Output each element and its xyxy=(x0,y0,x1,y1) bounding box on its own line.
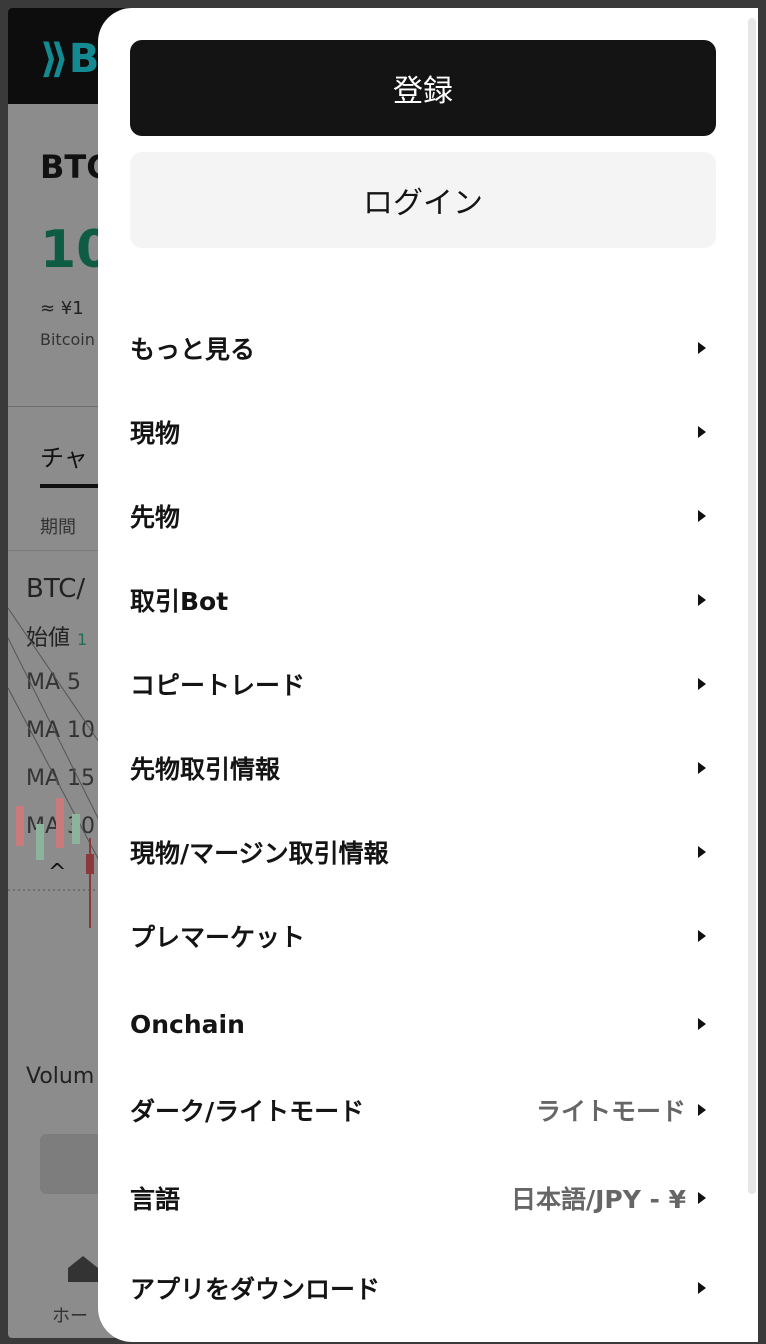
login-button[interactable]: ログイン xyxy=(130,152,716,248)
tab-chart[interactable]: チャ xyxy=(40,438,88,473)
chevron-right-icon xyxy=(698,426,706,438)
menu-item-download-app[interactable]: アプリをダウンロード xyxy=(130,1258,710,1318)
menu-item-futures[interactable]: 先物 xyxy=(130,486,710,546)
menu-item-label: 先物取引情報 xyxy=(130,755,281,784)
menu-item-more[interactable]: もっと見る xyxy=(130,318,710,378)
menu-item-label: 現物 xyxy=(130,419,181,448)
chevron-right-icon xyxy=(698,1018,706,1030)
menu-item-spot[interactable]: 現物 xyxy=(130,402,710,462)
period-selector[interactable]: 期間 xyxy=(40,513,76,539)
theme-value: ライトモード xyxy=(535,1097,686,1126)
menu-item-label: ダーク/ライトモード xyxy=(130,1097,365,1126)
menu-item-theme[interactable]: ダーク/ライトモード ライトモード xyxy=(130,1080,710,1140)
chevron-right-icon xyxy=(698,846,706,858)
coin-name: Bitcoin xyxy=(40,330,95,349)
brand-logo: ⟫B xyxy=(40,36,100,82)
price-approx: ≈ ¥1 xyxy=(40,298,84,319)
menu-item-label: もっと見る xyxy=(130,335,256,364)
chevron-right-icon xyxy=(698,930,706,942)
chevron-right-icon xyxy=(698,1282,706,1294)
chevron-right-icon xyxy=(698,342,706,354)
collapse-icon[interactable]: ^ xyxy=(48,860,66,885)
logo-mark-icon: ⟫ xyxy=(40,36,69,82)
chevron-right-icon xyxy=(698,1192,706,1204)
menu-item-futures-info[interactable]: 先物取引情報 xyxy=(130,738,710,798)
menu-item-label: 言語 xyxy=(130,1185,181,1214)
menu-item-label: 先物 xyxy=(130,503,181,532)
volume-label: Volum xyxy=(26,1064,95,1089)
menu-item-label: 取引Bot xyxy=(130,587,229,616)
nav-home-label[interactable]: ホー xyxy=(52,1302,88,1328)
menu-item-onchain[interactable]: Onchain xyxy=(130,994,710,1054)
menu-item-label: 現物/マージン取引情報 xyxy=(130,839,389,868)
menu-item-language[interactable]: 言語 日本語/JPY - ¥ xyxy=(130,1168,710,1228)
menu-item-label: Onchain xyxy=(130,1009,245,1039)
home-icon[interactable] xyxy=(66,1254,100,1284)
chevron-right-icon xyxy=(698,510,706,522)
menu-item-premarket[interactable]: プレマーケット xyxy=(130,906,710,966)
chevron-right-icon xyxy=(698,762,706,774)
scrollbar[interactable] xyxy=(748,18,756,1194)
side-drawer: 登録 ログイン もっと見る 現物 先物 取引Bot コピートレード 先物取引情報… xyxy=(98,8,758,1342)
chevron-right-icon xyxy=(698,1104,706,1116)
menu-item-label: アプリをダウンロード xyxy=(130,1275,381,1304)
register-button[interactable]: 登録 xyxy=(130,40,716,136)
menu-item-label: プレマーケット xyxy=(130,923,306,952)
chevron-right-icon xyxy=(698,594,706,606)
menu-item-copy-trade[interactable]: コピートレード xyxy=(130,654,710,714)
menu-item-trading-bot[interactable]: 取引Bot xyxy=(130,570,710,630)
language-value: 日本語/JPY - ¥ xyxy=(510,1185,686,1214)
menu-item-label: コピートレード xyxy=(130,671,306,700)
chevron-right-icon xyxy=(698,678,706,690)
menu-item-spot-margin-info[interactable]: 現物/マージン取引情報 xyxy=(130,822,710,882)
tab-indicator xyxy=(40,484,100,488)
